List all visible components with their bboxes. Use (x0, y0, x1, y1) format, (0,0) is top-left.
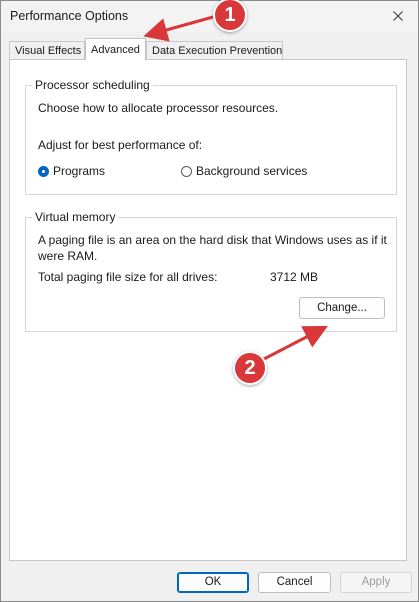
processor-scheduling-legend: Processor scheduling (32, 77, 153, 93)
total-paging-label: Total paging file size for all drives: (38, 270, 218, 284)
title-bar: Performance Options (1, 1, 418, 32)
virtual-memory-group: Virtual memory A paging file is an area … (25, 209, 397, 332)
tab-label: Data Execution Prevention (152, 45, 283, 57)
tab-visual-effects[interactable]: Visual Effects (9, 41, 85, 59)
window-title: Performance Options (10, 9, 129, 23)
radio-programs-label: Programs (53, 164, 106, 178)
adjust-performance-label: Adjust for best performance of: (38, 138, 203, 152)
cancel-button[interactable]: Cancel (258, 572, 331, 593)
ok-button[interactable]: OK (177, 572, 249, 593)
annotation-badge-2: 2 (233, 351, 267, 385)
advanced-tab-panel: Processor scheduling Choose how to alloc… (9, 59, 407, 561)
close-icon (393, 11, 403, 21)
processor-scheduling-group: Processor scheduling Choose how to alloc… (25, 77, 397, 195)
virtual-memory-legend: Virtual memory (32, 209, 119, 225)
tab-advanced[interactable]: Advanced (85, 38, 146, 60)
tab-data-execution-prevention[interactable]: Data Execution Prevention (146, 41, 283, 59)
radio-programs-indicator[interactable] (38, 165, 49, 177)
performance-options-window: Performance Options Visual Effects Advan… (0, 0, 419, 602)
processor-description: Choose how to allocate processor resourc… (38, 101, 279, 115)
radio-background-services-label: Background services (196, 164, 308, 178)
radio-background-services[interactable]: Background services (181, 163, 307, 179)
apply-button[interactable]: Apply (340, 572, 412, 593)
virtual-memory-description: A paging file is an area on the hard dis… (38, 233, 387, 263)
total-paging-value: 3712 MB (270, 270, 319, 284)
tab-label: Visual Effects (15, 45, 82, 57)
tab-label: Advanced (91, 44, 140, 56)
close-button[interactable] (387, 6, 409, 26)
radio-programs[interactable]: Programs (38, 163, 105, 179)
radio-background-services-indicator[interactable] (181, 165, 192, 177)
change-button[interactable]: Change... (299, 297, 385, 319)
